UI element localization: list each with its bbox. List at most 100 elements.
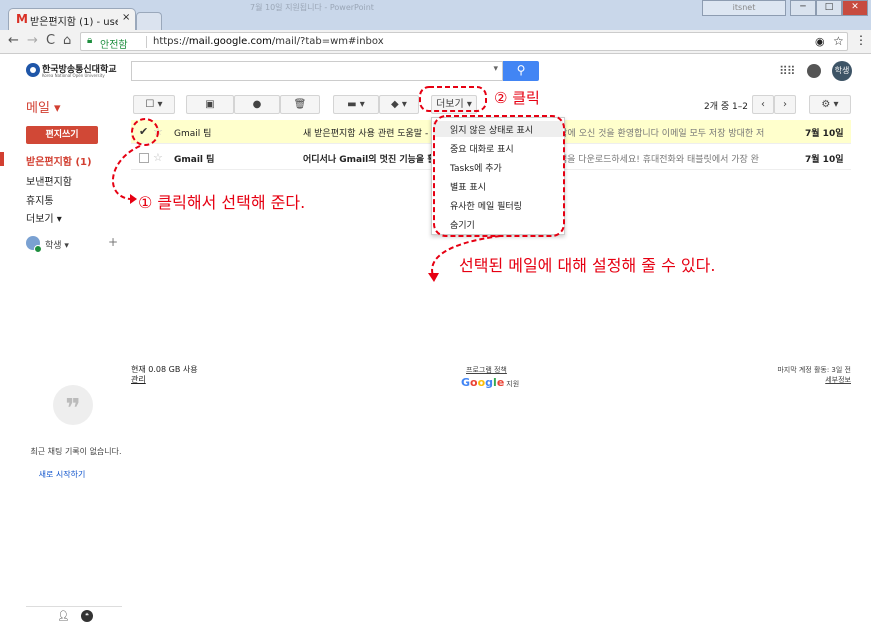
browser-tab-strip: M 받은편지함 (1) - user@ko × 7월 10일 지원됩니다 - P… xyxy=(0,0,871,30)
hangouts-bottom-bar: 👤︎ ❝ xyxy=(26,606,122,626)
next-page-button[interactable]: › xyxy=(774,95,796,114)
mail-subject: 새 받은편지함 사용 관련 도움말 - xyxy=(303,129,429,139)
star-icon[interactable]: ☆ xyxy=(153,125,163,138)
mail-snippet: 지함에 오신 것을 환영합니다 이메일 모두 저장 방대한 저 xyxy=(551,129,765,139)
prev-page-button[interactable]: ‹ xyxy=(752,95,774,114)
menu-item-mark-important[interactable]: 중요 대화로 표시 xyxy=(450,142,514,155)
annotation-step1: ① 클릭해서 선택해 준다. xyxy=(138,193,306,212)
move-to-button[interactable]: ▬ ▾ xyxy=(333,95,379,114)
url-text: https://mail.google.com/mail/?tab=wm#inb… xyxy=(153,36,384,47)
tab-title: 받은편지함 (1) - user@ko xyxy=(30,17,118,28)
archive-icon: ▣ xyxy=(205,99,215,110)
row-checkbox[interactable]: ✔ xyxy=(139,125,149,138)
search-options-icon[interactable]: ▾ xyxy=(493,64,498,74)
details-link[interactable]: 세부정보 xyxy=(766,375,851,385)
apps-grid-icon[interactable]: ⠿⠿ xyxy=(779,64,796,78)
label-icon: ◆ ▾ xyxy=(391,99,407,110)
mail-sender: Gmail 팀 xyxy=(174,155,215,165)
lock-icon: 🔒︎ xyxy=(87,35,93,46)
spam-icon: ● xyxy=(252,99,262,110)
profile-badge[interactable]: itsnet xyxy=(702,0,786,16)
url-host: mail.google.com xyxy=(188,36,272,47)
minimize-button[interactable]: ─ xyxy=(790,0,816,16)
back-icon[interactable]: ← xyxy=(8,33,19,48)
checkmark-icon: ✔ xyxy=(139,125,149,138)
mail-sender: Gmail 팀 xyxy=(174,129,212,139)
hangouts-avatar[interactable] xyxy=(26,236,42,253)
step3-arrowhead xyxy=(428,273,439,282)
url-path: /mail/?tab=wm#inbox xyxy=(271,36,384,47)
compose-button[interactable]: 편지쓰기 xyxy=(26,126,98,144)
search-input[interactable]: ▾ xyxy=(131,61,503,81)
notifications-icon[interactable] xyxy=(807,64,821,78)
reload-icon[interactable]: C xyxy=(46,33,55,48)
archive-button[interactable]: ▣ xyxy=(186,95,234,114)
search-icon: ⚲ xyxy=(516,63,526,77)
search-button[interactable]: ⚲ xyxy=(503,61,539,81)
window-controls: ─ □ ✕ xyxy=(790,0,868,16)
secure-label: 안전함 xyxy=(100,40,128,51)
menu-item-mark-unread[interactable]: 읽지 않은 상태로 표시 xyxy=(450,123,533,136)
person-icon[interactable]: 👤︎ xyxy=(57,611,70,622)
logo-emblem xyxy=(26,63,40,77)
forward-icon[interactable]: → xyxy=(27,33,38,48)
mail-subject: 어디서나 Gmail의 멋진 기능을 활 xyxy=(303,155,436,165)
sidebar-item-inbox[interactable]: 받은편지함 (1) xyxy=(26,153,92,168)
storage-usage: 현재 0.08 GB 사용 관리 xyxy=(131,365,198,385)
browser-menu-icon[interactable]: ⋮ xyxy=(855,33,867,47)
policy-link[interactable]: 프로그램 정책 xyxy=(466,365,507,375)
last-activity: 마지막 계정 활동: 3일 전 세부정보 xyxy=(766,365,851,385)
trash-icon: 🗑︎ xyxy=(293,99,307,110)
page-range: 2개 중 1–2 xyxy=(704,102,748,112)
report-spam-button[interactable]: ● xyxy=(234,95,280,114)
menu-item-mute[interactable]: 숨기기 xyxy=(450,218,475,231)
sidebar-item-more[interactable]: 더보기 ▾ xyxy=(26,210,62,225)
star-icon[interactable]: ☆ xyxy=(153,151,163,164)
hangouts-user[interactable]: 학생 ▾ xyxy=(45,238,69,251)
google-logo: Google 지원 xyxy=(461,376,520,389)
eye-icon[interactable]: ◉ xyxy=(815,35,825,48)
step1-arrowhead xyxy=(130,194,137,204)
more-button[interactable]: 더보기 ▾ xyxy=(431,95,477,114)
folder-icon: ▬ ▾ xyxy=(347,99,365,110)
select-all-button[interactable]: ☐ ▾ xyxy=(133,95,175,114)
mail-snippet: il 앱을 다운로드하세요! 휴대전화와 태블릿에서 가장 완 xyxy=(551,155,759,165)
mail-date: 7월 10일 xyxy=(805,129,844,139)
close-window-button[interactable]: ✕ xyxy=(842,0,868,16)
url-scheme: https:// xyxy=(153,36,189,47)
account-avatar[interactable]: 학생 xyxy=(832,61,852,81)
menu-item-add-star[interactable]: 별표 표시 xyxy=(450,180,486,193)
no-chat-text: 최근 채팅 기록이 없습니다. xyxy=(30,447,122,456)
url-divider xyxy=(146,36,147,48)
active-indicator xyxy=(0,152,4,166)
checkbox-icon: ☐ ▾ xyxy=(145,99,163,110)
sidebar-item-sent[interactable]: 보낸편지함 xyxy=(26,173,72,188)
address-bar-row: ← → C ⌂ 🔒︎ 안전함 https://mail.google.com/m… xyxy=(0,30,871,54)
menu-item-add-tasks[interactable]: Tasks에 추가 xyxy=(450,161,502,174)
add-chat-icon[interactable]: + xyxy=(108,235,118,249)
url-input[interactable]: 🔒︎ 안전함 https://mail.google.com/mail/?tab… xyxy=(80,32,848,51)
mail-date: 7월 10일 xyxy=(805,155,844,165)
gmail-icon: M xyxy=(16,12,28,26)
home-icon[interactable]: ⌂ xyxy=(63,33,71,48)
sidebar-item-trash[interactable]: 휴지통 xyxy=(26,192,54,207)
new-chat-link[interactable]: 새로 시작하기 xyxy=(26,469,98,480)
activity-text: 마지막 계정 활동: 3일 전 xyxy=(777,366,851,374)
delete-button[interactable]: 🗑︎ xyxy=(280,95,320,114)
mail-menu[interactable]: 메일 ▾ xyxy=(26,97,61,116)
more-actions-menu: 읽지 않은 상태로 표시 중요 대화로 표시 Tasks에 추가 별표 표시 유… xyxy=(431,117,565,235)
menu-item-filter-similar[interactable]: 유사한 메일 필터링 xyxy=(450,199,522,212)
hangouts-icon[interactable]: ❝ xyxy=(81,610,93,622)
manage-link[interactable]: 관리 xyxy=(131,375,198,385)
window-title: 7월 10일 지원됩니다 - PowerPoint xyxy=(250,3,374,12)
row-checkbox[interactable] xyxy=(139,153,149,163)
labels-button[interactable]: ◆ ▾ xyxy=(379,95,419,114)
bookmark-star-icon[interactable]: ☆ xyxy=(833,34,844,48)
maximize-button[interactable]: □ xyxy=(816,0,842,16)
tab-inbox[interactable]: M 받은편지함 (1) - user@ko × xyxy=(8,8,136,30)
new-tab-button[interactable] xyxy=(136,12,162,30)
tab-close-icon[interactable]: × xyxy=(122,12,130,23)
university-logo[interactable]: 한국방송통신대학교 Korea National Open University xyxy=(26,62,118,80)
google-support[interactable]: 지원 xyxy=(506,380,519,388)
settings-button[interactable]: ⚙ ▾ xyxy=(809,95,851,114)
